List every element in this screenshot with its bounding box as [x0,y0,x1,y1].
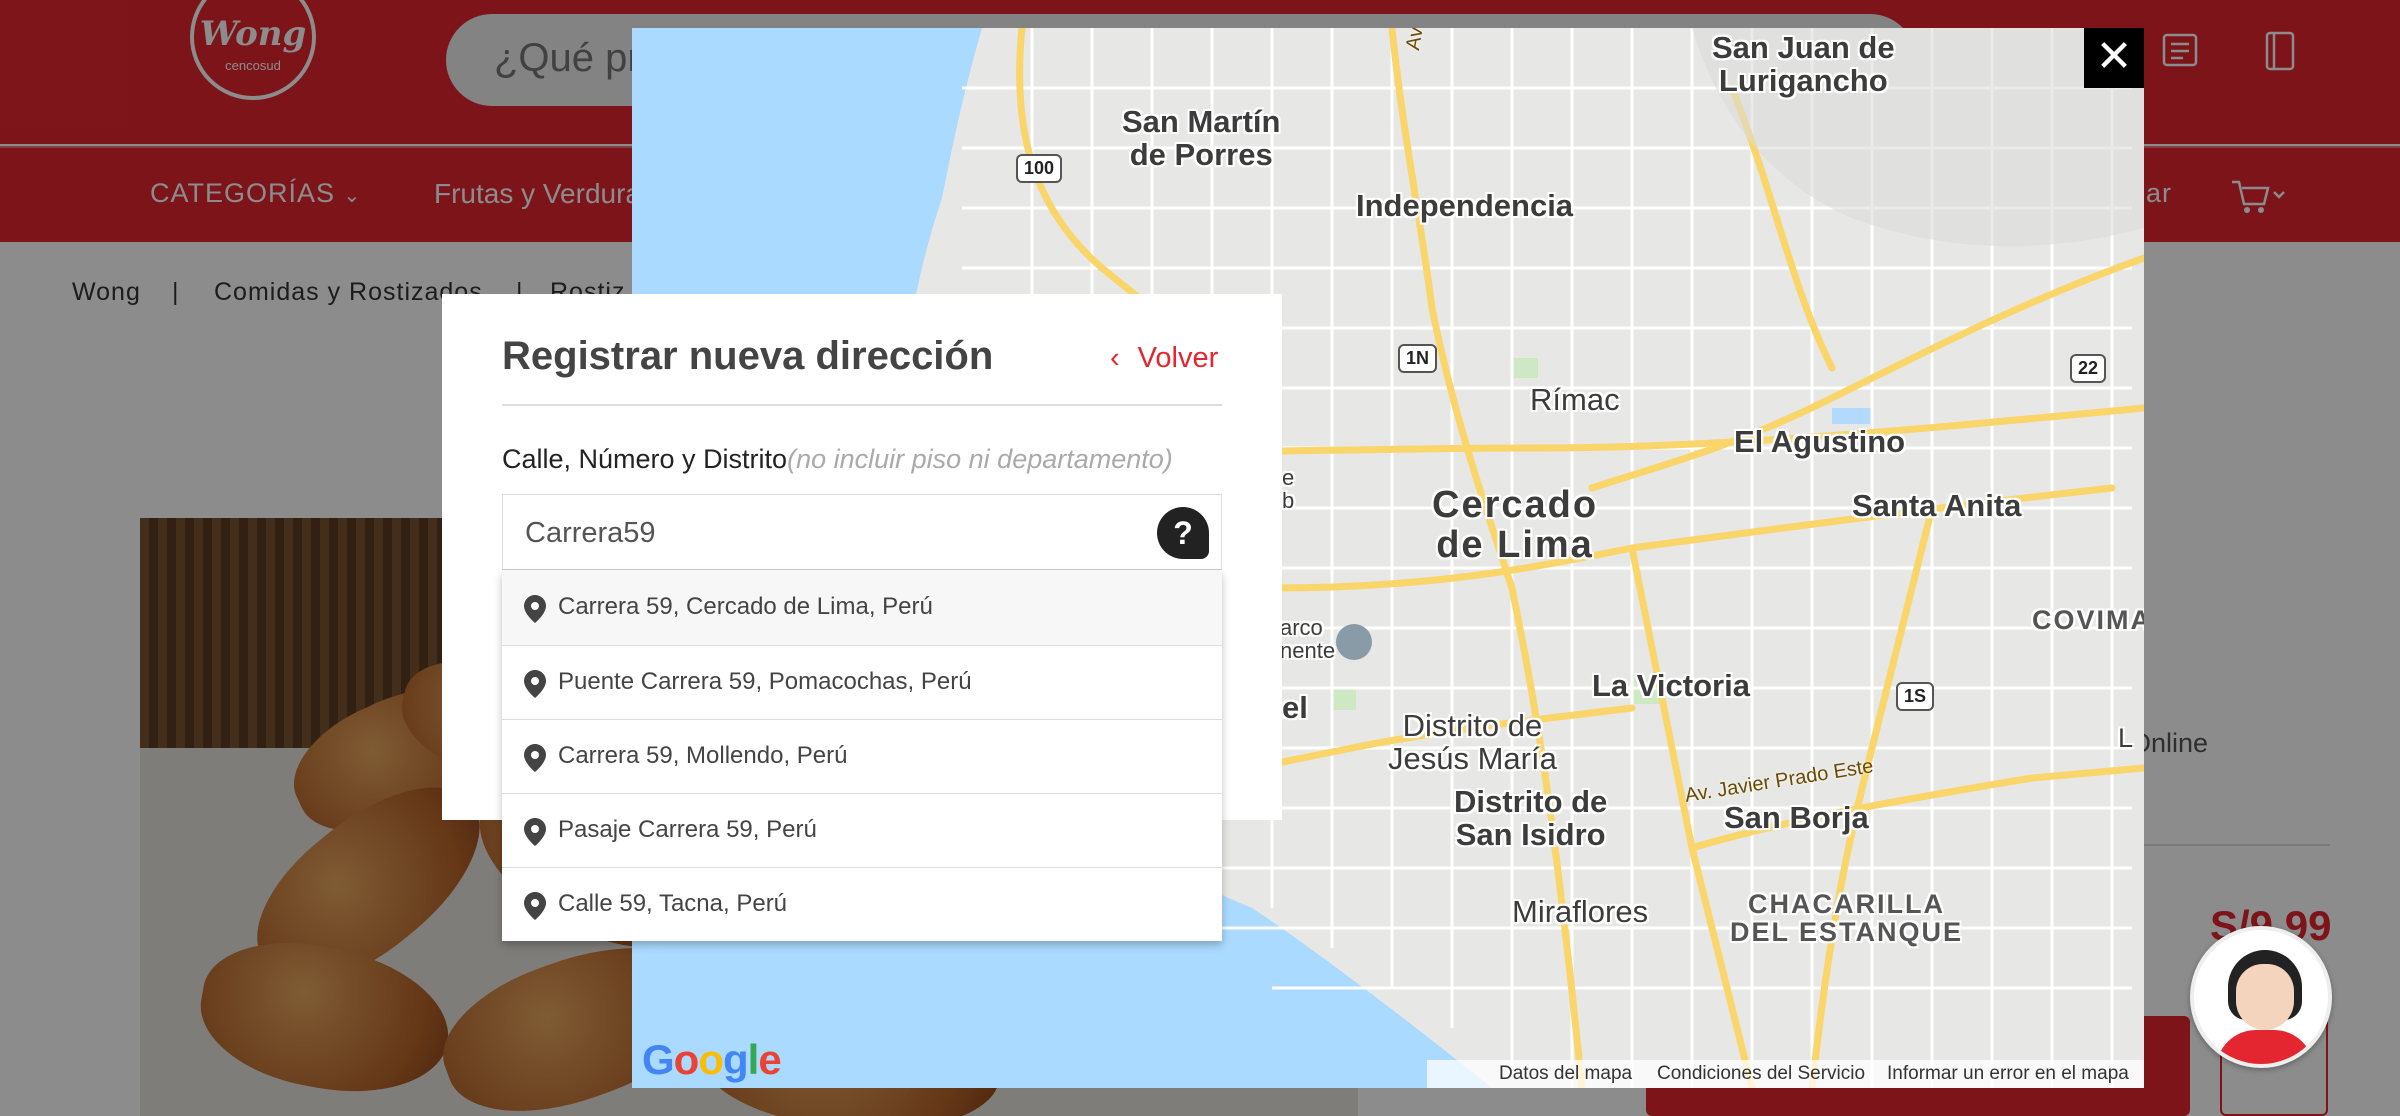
location-pin-icon [524,744,546,772]
map-label-el-agustino: El Agustino [1734,424,1906,459]
suggestion-item[interactable]: Carrera 59, Mollendo, Perú [502,719,1222,793]
google-logo: Google [642,1036,782,1083]
map-footer: Datos del mapa Condiciones del Servicio … [1427,1060,2144,1088]
back-label: Volver [1137,342,1219,374]
location-pin-icon [524,892,546,920]
dialog-title: Registrar nueva dirección [502,334,994,378]
map-label-independencia: Independencia [1356,188,1574,223]
road-shield-1s: 1S [1896,682,1935,711]
map-label-e: eb [1282,465,1295,514]
map-label-san-borja: San Borja [1724,800,1869,835]
map-label-parque: arco nente [1280,615,1336,664]
chevron-left-icon: ‹ [1110,342,1120,374]
divider [502,404,1222,406]
close-button[interactable]: ✕ [2084,28,2144,88]
report-error-link[interactable]: Informar un error en el mapa [1887,1063,2129,1085]
chat-assistant-avatar[interactable] [2190,926,2332,1068]
help-icon[interactable]: ? [1157,507,1209,559]
suggestion-item[interactable]: Pasaje Carrera 59, Perú [502,793,1222,867]
map-label-covima: COVIMA [2032,605,2144,635]
suggestion-item[interactable]: Puente Carrera 59, Pomacochas, Perú [502,645,1222,719]
map-label-l: L [2118,723,2134,753]
map-label-rimac: Rímac [1530,382,1620,417]
map-data-link[interactable]: Datos del mapa [1499,1063,1632,1085]
road-shield-100: 100 [1016,154,1063,183]
map-label-chacarilla: CHACARILLA DEL ESTANQUE [1730,889,1964,948]
address-input[interactable]: Carrera59 ? [502,494,1222,570]
map-label-san-isidro: Distrito de San Isidro [1454,784,1608,852]
address-field-label: Calle, Número y Distrito(no incluir piso… [502,444,1173,474]
map-label-el: el [1282,690,1308,725]
map-label-santa-anita: Santa Anita [1852,488,2022,523]
location-pin-icon [524,595,546,623]
terms-link[interactable]: Condiciones del Servicio [1657,1063,1865,1085]
suggestion-item[interactable]: Carrera 59, Cercado de Lima, Perú [502,571,1222,645]
address-suggestions: Carrera 59, Cercado de Lima, Perú Puente… [502,571,1222,941]
address-input-value: Carrera59 [525,517,656,549]
road-shield-22: 22 [2070,354,2107,383]
map-label-cercado: Cercado de Lima [1432,484,1599,566]
map-label-san-martin: San Martín de Porres [1122,104,1281,172]
location-pin-icon [524,818,546,846]
address-field-hint: (no incluir piso ni departamento) [787,444,1173,474]
map-label-miraflores: Miraflores [1512,894,1649,929]
location-pin-icon [524,670,546,698]
road-shield-1n: 1N [1398,344,1438,373]
map-label-san-juan: San Juan de Lurigancho [1712,30,1895,98]
map-label-jesus-maria: Distrito de Jesús María [1388,708,1557,776]
suggestion-item[interactable]: Calle 59, Tacna, Perú [502,867,1222,941]
back-button[interactable]: ‹ Volver [1110,342,1218,375]
map-label-la-victoria: La Victoria [1592,668,1750,703]
